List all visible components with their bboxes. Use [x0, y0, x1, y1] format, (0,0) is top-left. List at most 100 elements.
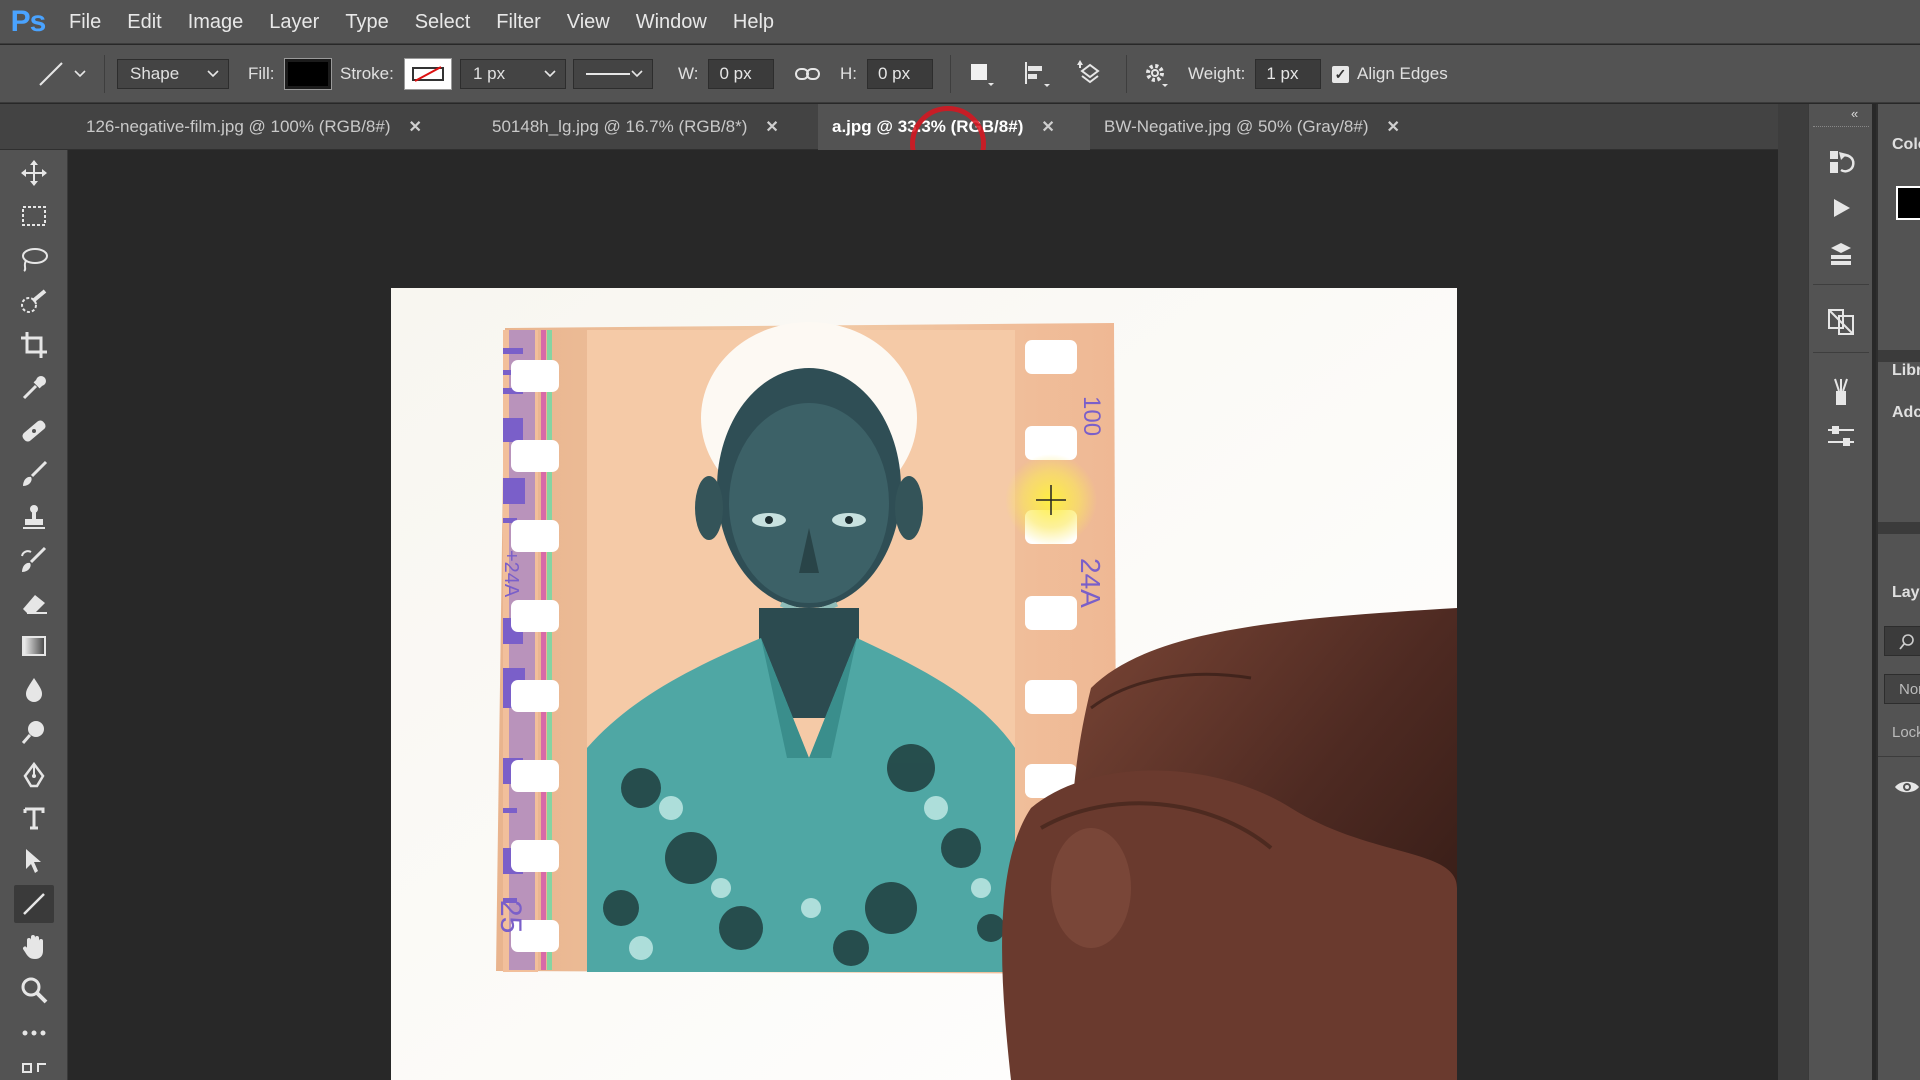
- layer-search-field[interactable]: [1884, 626, 1920, 656]
- properties-sliders-icon[interactable]: [1823, 418, 1859, 454]
- menu-filter[interactable]: Filter: [483, 0, 553, 44]
- layer-visibility-eye-icon[interactable]: [1894, 778, 1920, 801]
- document-image[interactable]: 100 24A +24A 25: [391, 288, 1457, 1080]
- tool-preset-picker[interactable]: [36, 45, 88, 103]
- align-edges-checkbox[interactable]: ✓ Align Edges: [1332, 45, 1448, 103]
- eraser-tool-icon[interactable]: [14, 584, 54, 622]
- width-field[interactable]: 0 px: [708, 59, 775, 89]
- chevron-down-icon: [631, 70, 644, 78]
- brush-tool-icon[interactable]: [14, 455, 54, 493]
- weight-label: Weight:: [1188, 64, 1246, 83]
- weight-value: 1 px: [1266, 64, 1299, 83]
- blend-mode-dropdown[interactable]: Nor: [1884, 674, 1920, 704]
- default-colors-icon[interactable]: [14, 1056, 54, 1080]
- menu-bar: Ps File Edit Image Layer Type Select Fil…: [0, 0, 1920, 44]
- search-icon: [1899, 634, 1914, 650]
- move-tool-icon[interactable]: [14, 154, 54, 192]
- actions-play-icon[interactable]: [1823, 190, 1859, 226]
- quick-selection-tool-icon[interactable]: [14, 283, 54, 321]
- close-icon[interactable]: ✕: [1387, 117, 1400, 137]
- blur-tool-icon[interactable]: [14, 670, 54, 708]
- collapse-panel-icon[interactable]: «: [1851, 106, 1858, 121]
- film-frame-code-left: +24A: [500, 550, 522, 598]
- fill-label: Fill:: [248, 64, 275, 83]
- negative-film-photo: 100 24A +24A 25: [391, 288, 1457, 1080]
- tab-label: 50148h_lg.jpg @ 16.7% (RGB/8*): [492, 117, 748, 136]
- photoshop-logo: Ps: [10, 4, 47, 38]
- tab-126-negative-film[interactable]: 126-negative-film.jpg @ 100% (RGB/8#) ✕: [72, 104, 436, 150]
- foreground-color-swatch[interactable]: [1896, 186, 1920, 220]
- lock-label: Lock: [1892, 724, 1920, 741]
- fill-swatch[interactable]: [284, 58, 333, 90]
- more-tools-icon[interactable]: [14, 1014, 54, 1052]
- history-brush-tool-icon[interactable]: [14, 541, 54, 579]
- clone-stamp-tool-icon[interactable]: [14, 498, 54, 536]
- menu-file[interactable]: File: [56, 0, 114, 44]
- mode-dropdown[interactable]: Shape: [117, 59, 229, 89]
- tab-a-jpg[interactable]: a.jpg @ 33.3% (RGB/8#) ✕: [818, 104, 1090, 150]
- panels-column: Colo Libr Adc Laye Nor Lock: [1876, 104, 1920, 1080]
- close-icon[interactable]: ✕: [765, 117, 778, 137]
- libraries-panel-tab[interactable]: Libr: [1892, 362, 1920, 380]
- healing-brush-tool-icon[interactable]: [14, 412, 54, 450]
- path-arrangement-icon[interactable]: [1074, 45, 1106, 103]
- brush-presets-icon[interactable]: [1823, 374, 1859, 410]
- close-icon[interactable]: ✕: [1041, 117, 1054, 137]
- color-panel-tab[interactable]: Colo: [1892, 136, 1920, 154]
- zoom-tool-icon[interactable]: [14, 971, 54, 1009]
- tab-50148h-lg[interactable]: 50148h_lg.jpg @ 16.7% (RGB/8*) ✕: [478, 104, 793, 150]
- mode-value: Shape: [130, 64, 180, 83]
- film-frame-number-bottom: 25: [494, 900, 527, 933]
- path-alignment-icon[interactable]: [1022, 45, 1050, 103]
- menu-view[interactable]: View: [554, 0, 623, 44]
- eyedropper-tool-icon[interactable]: [14, 369, 54, 407]
- lasso-tool-icon[interactable]: [14, 240, 54, 278]
- checkmark-icon: ✓: [1332, 65, 1349, 83]
- no-stroke-icon: [411, 66, 444, 82]
- height-field[interactable]: 0 px: [867, 59, 933, 89]
- menu-layer[interactable]: Layer: [256, 0, 332, 44]
- tab-label: a.jpg @ 33.3% (RGB/8#): [832, 117, 1024, 136]
- stroke-width-field[interactable]: 1 px: [460, 59, 566, 89]
- menu-image[interactable]: Image: [175, 0, 257, 44]
- menu-edit[interactable]: Edit: [114, 0, 174, 44]
- menu-window[interactable]: Window: [623, 0, 720, 44]
- adjustments-panel-tab[interactable]: Adc: [1892, 404, 1920, 422]
- marquee-tool-icon[interactable]: [14, 197, 54, 235]
- film-frame-code-right: 24A: [1075, 558, 1106, 608]
- hand-tool-icon[interactable]: [14, 928, 54, 966]
- layers-panel-tab[interactable]: Laye: [1892, 584, 1920, 602]
- document-tabs: 126-negative-film.jpg @ 100% (RGB/8#) ✕ 5…: [0, 104, 1808, 182]
- height-value: 0 px: [878, 64, 911, 83]
- pen-tool-icon[interactable]: [14, 756, 54, 794]
- stroke-type-dropdown[interactable]: [573, 59, 653, 89]
- stroke-swatch[interactable]: [403, 58, 452, 90]
- history-panel-icon[interactable]: [1823, 144, 1859, 180]
- stroke-label: Stroke:: [340, 64, 394, 83]
- close-icon[interactable]: ✕: [409, 117, 422, 137]
- panel-gap: [1778, 104, 1808, 1080]
- menu-select[interactable]: Select: [402, 0, 484, 44]
- line-tool-icon[interactable]: [14, 885, 54, 923]
- 3d-panel-icon[interactable]: [1823, 236, 1859, 272]
- menu-help[interactable]: Help: [720, 0, 787, 44]
- tab-bw-negative[interactable]: BW-Negative.jpg @ 50% (Gray/8#) ✕: [1090, 104, 1414, 150]
- path-selection-tool-icon[interactable]: [14, 842, 54, 880]
- tab-label: BW-Negative.jpg @ 50% (Gray/8#): [1104, 117, 1369, 136]
- width-value: 0 px: [719, 64, 752, 83]
- path-operations-icon[interactable]: [968, 45, 994, 103]
- crop-tool-icon[interactable]: [14, 326, 54, 364]
- gear-icon[interactable]: [1142, 45, 1170, 103]
- panel-dock-icons: «: [1808, 104, 1872, 1080]
- solid-line-icon: [586, 73, 631, 75]
- gradient-tool-icon[interactable]: [14, 627, 54, 665]
- chevron-down-icon: [544, 70, 556, 78]
- menu-type[interactable]: Type: [332, 0, 401, 44]
- link-icon[interactable]: [795, 45, 821, 103]
- type-tool-icon[interactable]: [14, 799, 54, 837]
- weight-field[interactable]: 1 px: [1255, 59, 1322, 89]
- dodge-tool-icon[interactable]: [14, 713, 54, 751]
- glyphs-panel-icon[interactable]: [1823, 304, 1859, 340]
- line-tool-icon: [39, 62, 63, 86]
- chevron-down-icon: [74, 70, 86, 78]
